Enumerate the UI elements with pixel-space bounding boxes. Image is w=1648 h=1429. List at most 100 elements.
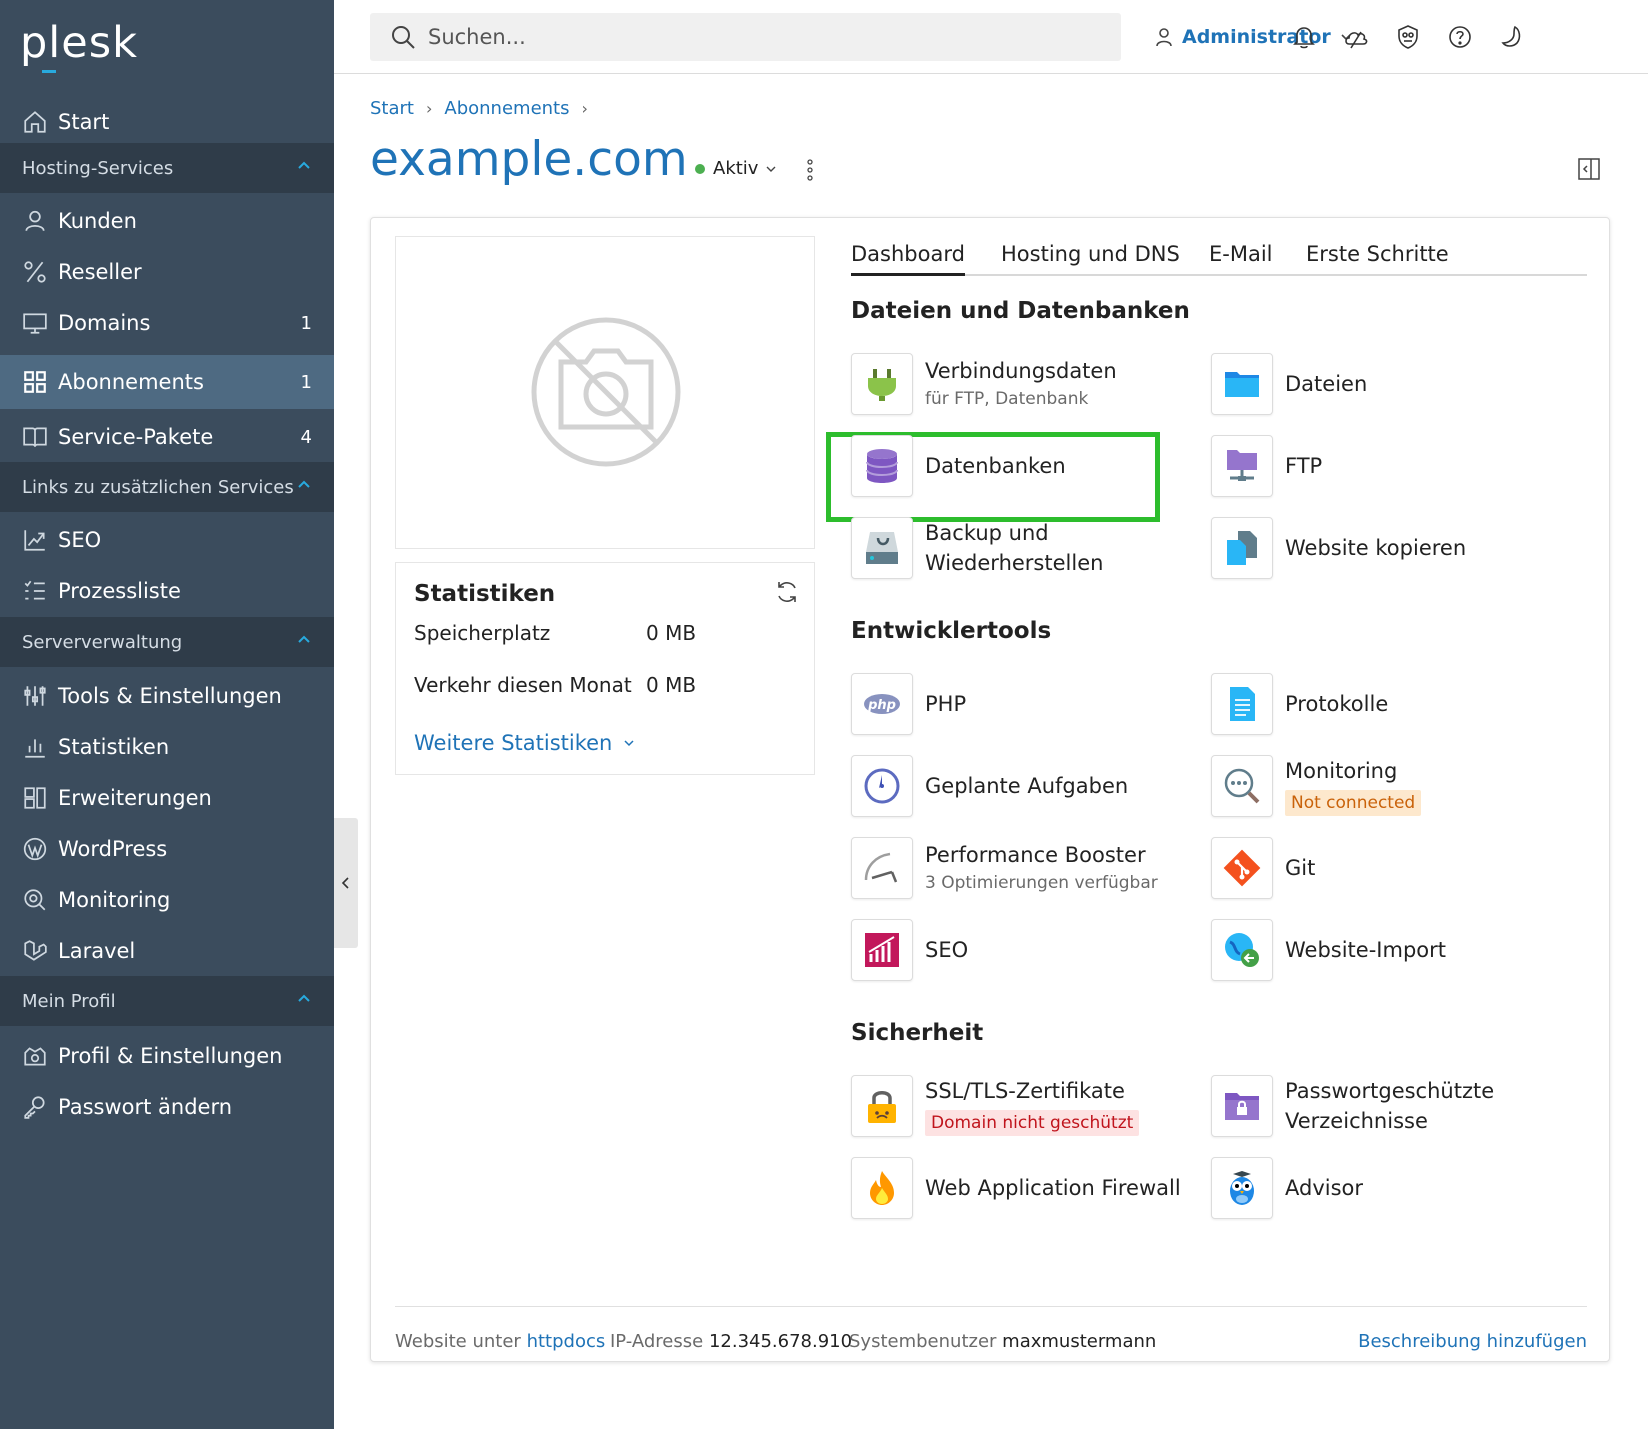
- chevron-up-icon: [298, 161, 310, 169]
- sidebar-item-kunden[interactable]: Kunden: [0, 194, 334, 248]
- bar-chart-icon: [22, 734, 48, 760]
- panel-toggle-icon[interactable]: [1578, 158, 1600, 180]
- tool-backup[interactable]: Backup und Wiederherstellen: [851, 516, 1103, 580]
- tool-seo[interactable]: SEO: [851, 918, 968, 982]
- section-label: Links zu zusätzlichen Services: [22, 476, 294, 498]
- sidebar-section-profile[interactable]: Mein Profil: [0, 976, 334, 1026]
- page-title: example.com: [370, 132, 688, 187]
- httpdocs-link[interactable]: httpdocs: [527, 1331, 606, 1352]
- laravel-icon: [22, 938, 48, 964]
- sidebar-item-reseller[interactable]: Reseller: [0, 245, 334, 299]
- tool-verbindungsdaten[interactable]: Verbindungsdaten für FTP, Datenbank: [851, 352, 1117, 416]
- search-icon: [392, 26, 415, 49]
- cloud-icon[interactable]: [1342, 23, 1370, 51]
- tool-website-kopieren[interactable]: Website kopieren: [1211, 516, 1466, 580]
- tool-php[interactable]: php PHP: [851, 672, 966, 736]
- more-statistics-link[interactable]: Weitere Statistiken: [414, 731, 636, 755]
- sidebar-item-label: Reseller: [58, 260, 142, 284]
- tool-label: Monitoring: [1285, 759, 1398, 783]
- sidebar-item-statistiken[interactable]: Statistiken: [0, 720, 334, 774]
- sidebar-collapse-handle[interactable]: [334, 818, 358, 948]
- sidebar-item-domains[interactable]: Domains 1: [0, 296, 334, 350]
- no-preview-camera-icon: [531, 317, 681, 467]
- section-title-security: Sicherheit: [851, 1020, 984, 1046]
- sliders-icon: [22, 683, 48, 709]
- monitoring-icon: [1211, 755, 1273, 817]
- sidebar-item-monitoring[interactable]: Monitoring: [0, 873, 334, 927]
- tool-passwortgeschuetzte-verzeichnisse[interactable]: Passwortgeschützte Verzeichnisse: [1211, 1074, 1494, 1138]
- bell-icon[interactable]: [1290, 23, 1318, 51]
- status-dropdown[interactable]: Aktiv: [695, 158, 778, 179]
- tab-email[interactable]: E-Mail: [1209, 242, 1273, 276]
- tool-git[interactable]: Git: [1211, 836, 1315, 900]
- sidebar-section-links[interactable]: Links zu zusätzlichen Services: [0, 462, 334, 512]
- search-placeholder: Suchen...: [428, 25, 526, 49]
- tool-website-import[interactable]: Website-Import: [1211, 918, 1446, 982]
- sidebar-item-seo[interactable]: SEO: [0, 513, 334, 567]
- fire-icon: [851, 1157, 913, 1219]
- plesk-logo[interactable]: plesk: [20, 18, 138, 73]
- ip-value: 12.345.678.910: [708, 1331, 853, 1352]
- tool-ftp[interactable]: FTP: [1211, 434, 1322, 498]
- sidebar-item-abonnements[interactable]: Abonnements 1: [0, 355, 334, 409]
- chevron-down-icon: [624, 740, 634, 747]
- tool-label: FTP: [1285, 454, 1323, 478]
- more-actions-icon[interactable]: [806, 158, 814, 182]
- home-icon: [22, 109, 48, 135]
- breadcrumb-start[interactable]: Start: [370, 98, 414, 119]
- tool-geplante-aufgaben[interactable]: Geplante Aufgaben: [851, 754, 1128, 818]
- add-description-link[interactable]: Beschreibung hinzufügen: [1358, 1331, 1587, 1352]
- sidebar-item-profil[interactable]: Profil & Einstellungen: [0, 1029, 334, 1083]
- chevron-up-icon: [298, 635, 310, 643]
- sidebar-section-hosting[interactable]: Hosting-Services: [0, 143, 334, 193]
- tool-label: Backup und: [925, 521, 1049, 545]
- tool-ssl[interactable]: SSL/TLS-Zertifikate Domain nicht geschütz…: [851, 1074, 1140, 1138]
- sysuser-label: Systembenutzer: [849, 1331, 997, 1352]
- sidebar-item-prozessliste[interactable]: Prozessliste: [0, 564, 334, 618]
- sidebar-item-laravel[interactable]: Laravel: [0, 924, 334, 978]
- tool-advisor[interactable]: Advisor: [1211, 1156, 1363, 1220]
- tool-performance-booster[interactable]: Performance Booster 3 Optimierungen verfü…: [851, 836, 1158, 900]
- tool-label: Datenbanken: [925, 454, 1066, 478]
- grid-icon: [22, 369, 48, 395]
- user-menu[interactable]: Administrator: [1154, 20, 1361, 54]
- tool-label: Website kopieren: [1285, 536, 1467, 560]
- sidebar-section-server[interactable]: Serververwaltung: [0, 617, 334, 667]
- moon-icon[interactable]: [1498, 23, 1526, 51]
- search-monitor-icon: [22, 887, 48, 913]
- globe-import-icon: [1211, 919, 1273, 981]
- tool-dateien[interactable]: Dateien: [1211, 352, 1367, 416]
- website-preview: [395, 236, 815, 549]
- breadcrumb-abonnements[interactable]: Abonnements: [444, 98, 569, 119]
- backup-drive-icon: [851, 517, 913, 579]
- tab-erste-schritte[interactable]: Erste Schritte: [1306, 242, 1449, 276]
- sidebar-item-wordpress[interactable]: WordPress: [0, 822, 334, 876]
- sidebar-item-tools[interactable]: Tools & Einstellungen: [0, 669, 334, 723]
- section-label: Hosting-Services: [22, 157, 174, 179]
- owl-icon: [1211, 1157, 1273, 1219]
- tool-waf[interactable]: Web Application Firewall: [851, 1156, 1181, 1220]
- tab-hosting-dns[interactable]: Hosting und DNS: [1001, 242, 1180, 276]
- sidebar-item-start[interactable]: Start: [0, 95, 334, 149]
- website-label: Website unter: [395, 1331, 521, 1352]
- stats-title: Statistiken: [414, 581, 556, 607]
- gauge-icon: [851, 837, 913, 899]
- sidebar-item-label: Statistiken: [58, 735, 170, 759]
- service-pakete-count: 4: [300, 426, 312, 448]
- tool-label: PHP: [925, 692, 967, 716]
- tool-protokolle[interactable]: Protokolle: [1211, 672, 1388, 736]
- sidebar-item-service-pakete[interactable]: Service-Pakete 4: [0, 410, 334, 464]
- wordpress-icon: [22, 836, 48, 862]
- help-icon[interactable]: [1446, 23, 1474, 51]
- sidebar-item-passwort[interactable]: Passwort ändern: [0, 1080, 334, 1134]
- tab-dashboard[interactable]: Dashboard: [851, 242, 965, 276]
- sidebar-item-erweiterungen[interactable]: Erweiterungen: [0, 771, 334, 825]
- tool-label: SSL/TLS-Zertifikate: [925, 1079, 1125, 1103]
- percent-icon: [22, 259, 48, 285]
- shield-icon[interactable]: [1394, 23, 1422, 51]
- sidebar-item-label: SEO: [58, 528, 102, 552]
- refresh-icon[interactable]: [774, 579, 800, 605]
- tool-monitoring[interactable]: Monitoring Not connected: [1211, 754, 1422, 818]
- tool-datenbanken[interactable]: Datenbanken: [851, 434, 1066, 498]
- search-input[interactable]: Suchen...: [370, 13, 1121, 61]
